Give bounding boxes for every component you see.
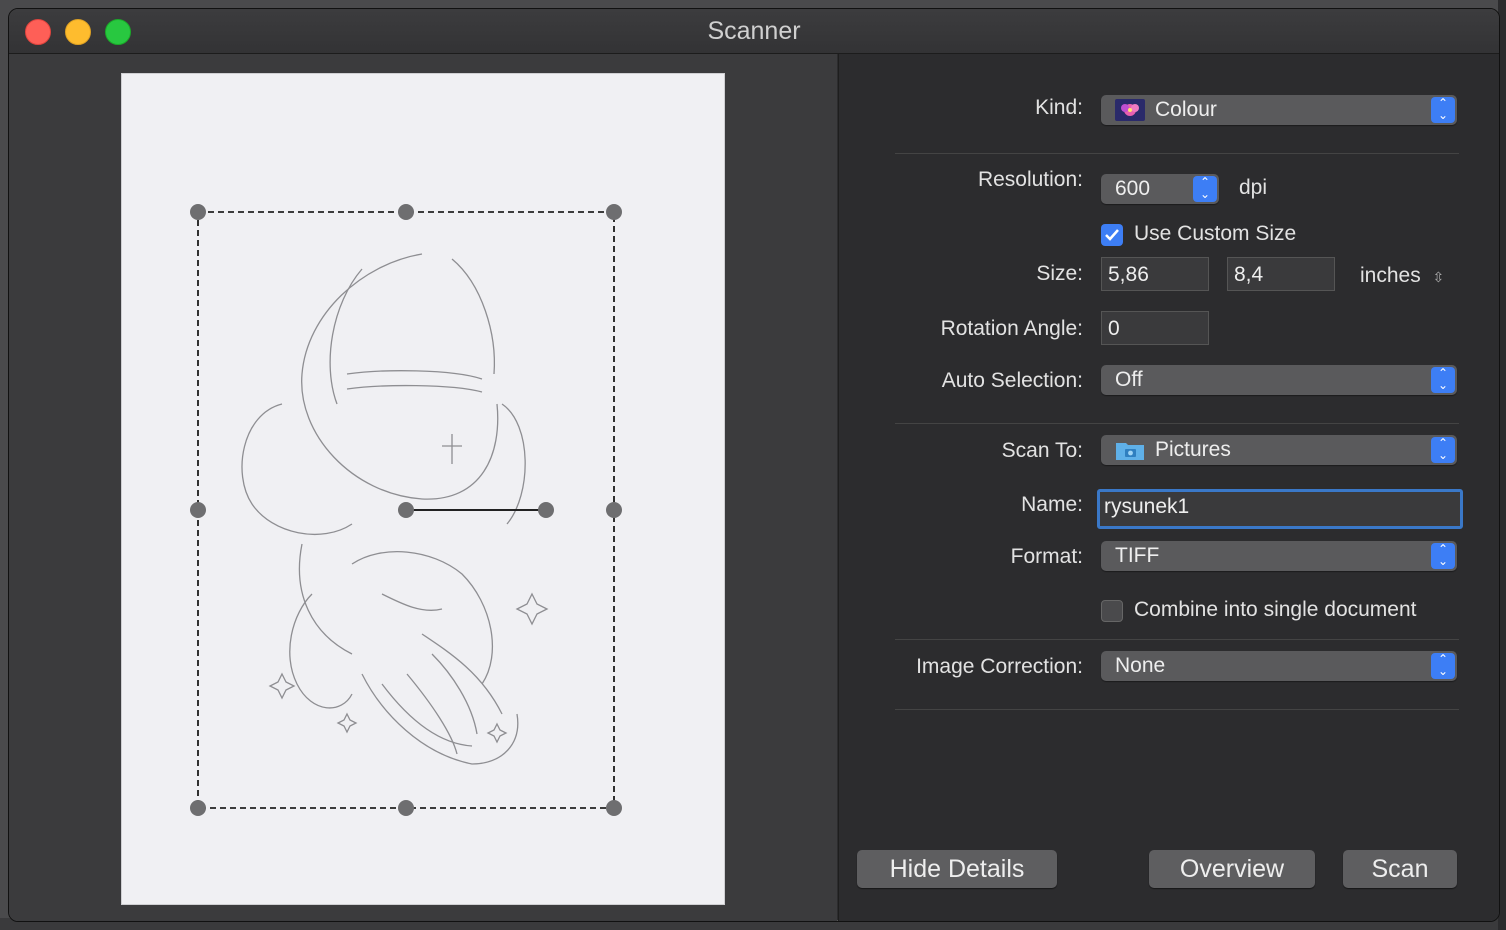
size-label: Size: xyxy=(1036,262,1083,285)
scanner-window: Scanner Kind: Colour ⌃ ⌄ Resolution: 600… xyxy=(8,8,1500,922)
window-title: Scanner xyxy=(707,17,801,45)
image-correction-popup[interactable]: None ⌃ ⌄ xyxy=(1101,651,1457,681)
resolution-combobox[interactable]: 600 ⌃ ⌄ xyxy=(1101,174,1219,204)
separator xyxy=(895,709,1459,710)
kind-label: Kind: xyxy=(1035,96,1083,119)
chevron-updown-icon: ⌃ ⌄ xyxy=(1431,543,1455,569)
image-correction-value: None xyxy=(1115,654,1166,677)
scan-preview-area[interactable] xyxy=(9,54,837,921)
image-correction-label: Image Correction: xyxy=(916,655,1083,678)
auto-selection-popup[interactable]: Off ⌃ ⌄ xyxy=(1101,365,1457,395)
size-width-field[interactable]: 5,86 xyxy=(1101,257,1209,291)
chevron-updown-icon: ⌃ ⌄ xyxy=(1431,97,1455,123)
size-unit-popup[interactable]: inches ⇳ xyxy=(1360,264,1444,288)
scan-to-popup[interactable]: Pictures ⌃ ⌄ xyxy=(1101,435,1457,465)
scan-button[interactable]: Scan xyxy=(1343,850,1457,888)
format-label: Format: xyxy=(1010,545,1083,568)
checkmark-icon xyxy=(1105,229,1119,241)
title-bar: Scanner xyxy=(9,9,1499,54)
size-unit-value: inches xyxy=(1360,264,1421,287)
name-field[interactable]: rysunek1 xyxy=(1097,489,1463,529)
chevron-updown-icon: ⌃ ⌄ xyxy=(1431,367,1455,393)
scan-to-value: Pictures xyxy=(1155,438,1231,461)
scan-to-label: Scan To: xyxy=(1001,439,1083,462)
size-height-field[interactable]: 8,4 xyxy=(1227,257,1335,291)
hide-details-button[interactable]: Hide Details xyxy=(857,850,1057,888)
use-custom-size-checkbox[interactable] xyxy=(1101,224,1123,246)
folder-camera-icon xyxy=(1116,443,1144,460)
separator xyxy=(895,639,1459,640)
combine-label: Combine into single document xyxy=(1134,598,1417,621)
chevron-updown-icon: ⌃ ⌄ xyxy=(1193,176,1217,202)
rotation-angle-field[interactable]: 0 xyxy=(1101,311,1209,345)
use-custom-size-label: Use Custom Size xyxy=(1134,222,1297,245)
combine-checkbox[interactable] xyxy=(1101,600,1123,622)
format-value: TIFF xyxy=(1115,544,1160,567)
auto-selection-label: Auto Selection: xyxy=(941,369,1083,392)
resolution-value: 600 xyxy=(1115,177,1151,200)
chevron-updown-icon: ⌃ ⌄ xyxy=(1431,653,1455,679)
rotation-angle-label: Rotation Angle: xyxy=(940,317,1083,340)
chevron-updown-icon: ⇳ xyxy=(1432,269,1445,285)
scan-settings-panel: Kind: Colour ⌃ ⌄ Resolution: 600 ⌃ ⌄ dpi U… xyxy=(838,54,1499,921)
separator xyxy=(895,423,1459,424)
auto-selection-value: Off xyxy=(1115,368,1143,391)
scanned-paper xyxy=(121,73,725,905)
overview-button[interactable]: Overview xyxy=(1149,850,1315,888)
resolution-unit: dpi xyxy=(1239,176,1268,199)
name-label: Name: xyxy=(1021,493,1083,516)
format-popup[interactable]: TIFF ⌃ ⌄ xyxy=(1101,541,1457,571)
pencil-sketch-image xyxy=(190,204,622,816)
chevron-updown-icon: ⌃ ⌄ xyxy=(1431,437,1455,463)
colour-flower-icon xyxy=(1115,99,1145,121)
kind-popup[interactable]: Colour ⌃ ⌄ xyxy=(1101,95,1457,125)
resolution-label: Resolution: xyxy=(977,168,1083,191)
separator xyxy=(895,153,1459,154)
kind-value: Colour xyxy=(1155,98,1217,121)
